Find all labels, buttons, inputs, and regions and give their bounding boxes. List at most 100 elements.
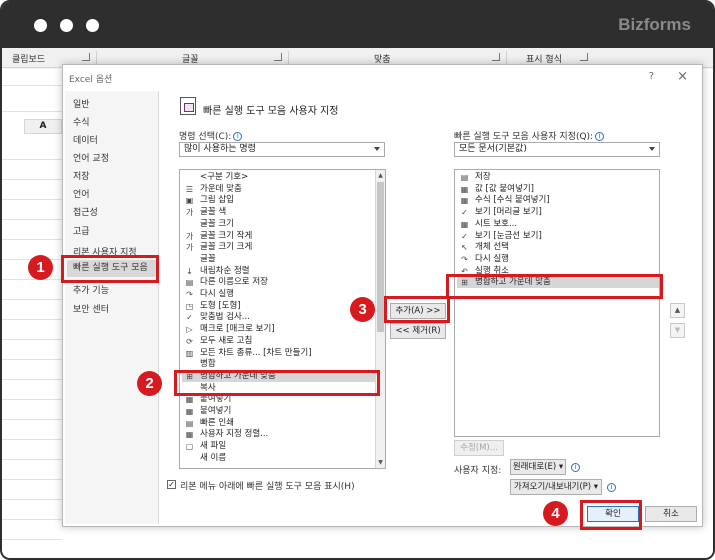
list-item[interactable]: ▥ 모든 차트 종류... [차트 만들기] [182,348,312,359]
customize-toolbar-dropdown[interactable]: 모든 문서(기본값) [454,142,660,157]
list-item-label: 보기 [눈금선 보기] [475,230,542,241]
refresh-all-icon: ⟳ [186,336,193,346]
highlight-box-ok-button [580,500,642,530]
list-item-label: 빠른 인쇄 [200,417,234,428]
list-item[interactable]: ☰ 가운데 맞춤 [182,184,242,195]
dialog-launcher-icon[interactable] [82,53,90,61]
divider [96,51,97,64]
cancel-button[interactable]: 취소 [645,506,697,522]
section-title: 빠른 실행 도구 모음 사용자 지정 [203,106,339,117]
list-item[interactable]: ▦ 사용자 지정 정렬... [182,429,269,440]
picture-icon: ▣ [185,196,194,206]
gridline [2,85,62,86]
list-item[interactable]: ▢ 새 파일 [182,441,226,452]
help-icon[interactable]: ? [649,71,654,82]
list-item[interactable]: ▤ 다른 이름으로 저장 [182,277,268,288]
gridline [2,159,62,160]
list-item-label: 다시 실행 [475,253,509,264]
list-item[interactable]: ✓ 보기 [머리글 보기] [457,207,542,218]
reset-button[interactable]: 원래대로(E) ▾ [510,459,566,475]
shapes-icon: ◳ [185,301,194,311]
modify-button[interactable]: 수정(M)... [454,440,504,456]
list-item[interactable]: ▤ 빠른 인쇄 [182,418,234,429]
close-icon[interactable]: × [677,69,688,84]
show-below-ribbon-checkbox[interactable]: ✓ [167,480,176,489]
list-item[interactable]: 가 글꼴 색 [182,207,226,218]
sidebar-item-advanced[interactable]: 고급 [73,224,90,237]
gridline [2,479,62,480]
list-item[interactable]: ▷ 매크로 [매크로 보기] [182,324,274,335]
highlight-box-add-button [384,296,450,323]
scroll-up-icon[interactable]: ▲ [377,172,384,179]
list-item[interactable]: ✓ 보기 [눈금선 보기] [457,231,542,242]
paste-icon: ▦ [185,395,194,405]
sidebar-item-trust-center[interactable]: 보안 센터 [73,302,109,315]
window-dot [86,19,99,32]
list-item[interactable]: 가 글꼴 크기 작게 [182,231,253,242]
show-below-ribbon-label: 리본 메뉴 아래에 빠른 실행 도구 모음 표시(H) [180,482,355,492]
remove-button[interactable]: << 제거(R) [390,323,446,339]
dialog-launcher-icon[interactable] [274,53,282,61]
list-item[interactable]: <구분 기호> [182,172,248,183]
list-item-label: 새 파일 [200,441,227,452]
list-item[interactable]: ↷ 다시 실행 [457,254,509,265]
paste-values-icon: ▦ [460,184,469,194]
sidebar-item-formulas[interactable]: 수식 [73,115,90,128]
dialog-title: Excel 옵션 [69,75,113,85]
paste-formulas-icon: ▦ [460,196,469,206]
gridline [2,299,62,300]
move-up-button[interactable]: ▲ [670,303,685,318]
font-color-icon: 가 [185,208,194,218]
brand-logo: Bizforms [618,15,691,34]
protect-sheet-icon: ▦ [460,219,469,229]
select-objects-icon: ↖ [461,243,468,253]
choose-commands-dropdown[interactable]: 많이 사용하는 명령 [179,142,385,157]
list-item[interactable]: 가 글꼴 크기 크게 [182,242,253,253]
move-down-button[interactable]: ▼ [670,323,685,338]
info-icon: i [571,463,580,472]
list-item[interactable]: ▦ 값 [값 붙여넣기] [457,184,534,195]
list-item[interactable]: ↷ 다시 실행 [182,289,234,300]
sidebar-item-add-ins[interactable]: 추가 기능 [73,283,109,296]
sidebar-item-language[interactable]: 언어 [73,187,90,200]
gridline [2,339,62,340]
list-item[interactable]: ▣ 그림 삽입 [182,195,234,206]
list-item[interactable]: ↖ 개체 선택 [457,242,509,253]
list-item-label: 가운데 맞춤 [200,183,242,194]
list-item[interactable]: ▤ 저장 [457,172,491,183]
dialog-launcher-icon[interactable] [580,53,588,61]
toolbar-commands-list[interactable]: ▤ 저장 ▦ 값 [값 붙여넣기] ▦ 수식 [수식 붙여넣기] ✓ 보기 [머리글 보기] ▦… [454,169,660,437]
list-item-label: 사용자 지정 정렬... [200,429,269,440]
sidebar-item-proofing[interactable]: 언어 교정 [73,151,109,164]
align-center-icon: ☰ [185,184,194,194]
toolbar-customize-icon [180,97,196,115]
sidebar-item-data[interactable]: 데이터 [73,133,98,146]
gridline [2,499,62,500]
dialog-launcher-icon[interactable] [492,53,500,61]
spelling-icon: ✓ [186,313,193,323]
sidebar-item-general[interactable]: 일반 [73,97,90,110]
list-item[interactable]: ↓ 내림차순 정렬 [182,266,249,277]
list-item[interactable]: ▦ 수식 [수식 붙여넣기] [457,195,550,206]
sidebar-item-accessibility[interactable]: 접근성 [73,205,98,218]
item-icon [185,220,194,229]
redo-icon: ↷ [461,254,468,264]
list-item-label: 글꼴 크기 크게 [200,242,253,253]
highlight-box-merge-command [174,370,380,396]
sidebar-item-save[interactable]: 저장 [73,169,90,182]
scroll-down-icon[interactable]: ▼ [377,459,384,466]
list-item[interactable]: ◳ 도형 [도형] [182,301,241,312]
gridline [2,199,62,200]
list-item[interactable]: 글꼴 크기 [182,219,234,230]
list-item[interactable]: 새 이름 [182,453,226,464]
list-item[interactable]: ⟳ 모두 새로 고침 [182,336,252,347]
callout-badge-3: 3 [350,297,375,322]
import-export-button[interactable]: 가져오기/내보내기(P) ▾ [510,479,602,495]
list-item[interactable]: ▦ 시트 보호... [457,219,517,230]
list-item[interactable]: ✓ 맞춤법 검사... [182,312,250,323]
column-header-a[interactable]: A [24,119,62,134]
list-item[interactable]: ▦ 붙여넣기 [182,406,232,417]
list-item[interactable]: 글꼴 [182,254,216,265]
scroll-thumb[interactable] [377,182,384,332]
list-item[interactable]: 병합 [182,359,216,370]
